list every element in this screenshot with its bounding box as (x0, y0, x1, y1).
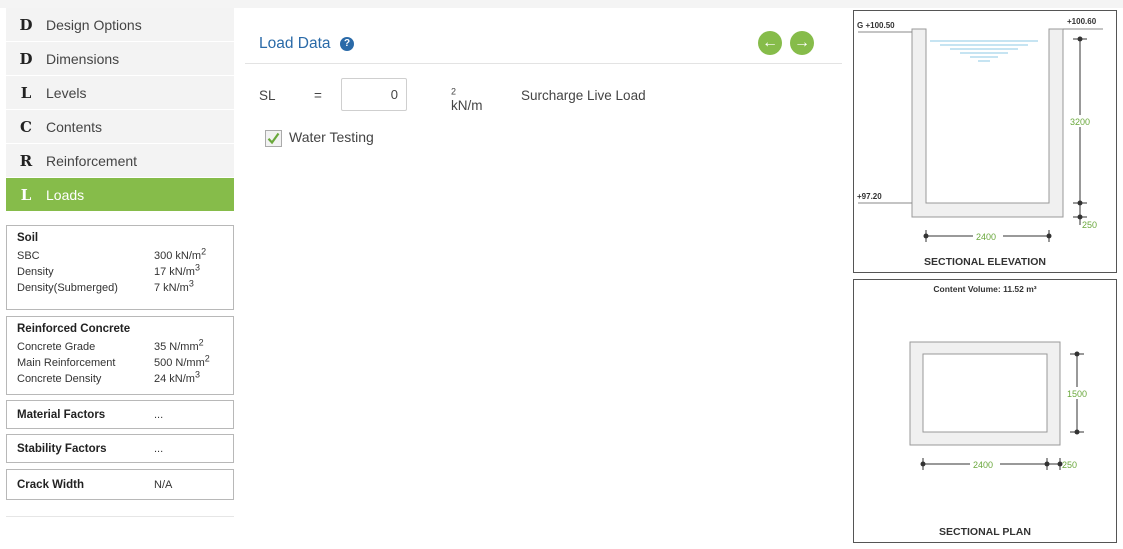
ground-level-label: G +100.50 (857, 21, 895, 30)
stability-factors-label: Stability Factors (17, 442, 107, 455)
plan-inner-space (922, 353, 1048, 433)
soil-density-sub-row: Density(Submerged) 7 kN/m3 (17, 278, 223, 296)
sl-label: SL (259, 88, 276, 103)
soil-density-sub-label: Density(Submerged) (17, 282, 118, 294)
soil-summary: Soil SBC 300 kN/m2 Density 17 kN/m3 Dens… (6, 225, 234, 310)
thickness-dimension: 250 (1082, 220, 1097, 230)
rc-main-row: Main Reinforcement 500 N/mm2 (17, 353, 223, 371)
plan-depth-dimension: 1500 (1067, 389, 1087, 399)
material-factors-value: ... (154, 408, 164, 421)
surcharge-row: SL = kN/m2 Surcharge Live Load (259, 78, 839, 113)
nav-contents[interactable]: C Contents (6, 110, 234, 143)
plan-width-dimension: 2400 (973, 460, 993, 470)
sl-equals: = (314, 88, 322, 103)
nav-design-options[interactable]: D Design Options (6, 8, 234, 41)
check-icon (267, 132, 280, 145)
nav-label: Reinforcement (46, 152, 138, 169)
base-level-label: +97.20 (857, 192, 882, 201)
nav-letter: D (19, 49, 33, 68)
nav-loads[interactable]: L Loads (6, 178, 234, 211)
sidebar-divider (6, 516, 234, 517)
nav-label: Design Options (46, 16, 142, 33)
arrow-right-icon[interactable]: → (790, 31, 814, 55)
nav-reinforcement[interactable]: R Reinforcement (6, 144, 234, 177)
arrow-left-icon[interactable]: ← (758, 31, 782, 55)
material-factors-label: Material Factors (17, 408, 106, 421)
top-level-label: +100.60 (1067, 17, 1097, 26)
rc-density-value: 24 kN/m3 (154, 369, 200, 385)
water-testing-checkbox[interactable] (265, 130, 282, 147)
soil-sbc-label: SBC (17, 250, 40, 262)
rc-density-label: Concrete Density (17, 373, 102, 385)
material-factors: Material Factors ... (6, 400, 234, 429)
rc-main-value: 500 N/mm2 (154, 353, 210, 369)
nav-levels[interactable]: L Levels (6, 76, 234, 109)
nav-label: Dimensions (46, 50, 120, 67)
nav-label: Loads (46, 186, 85, 203)
crack-width-value: N/A (154, 478, 173, 491)
soil-density-label: Density (17, 266, 54, 278)
width-dimension: 2400 (976, 232, 996, 242)
top-strip (0, 0, 1123, 8)
rc-main-label: Main Reinforcement (17, 357, 116, 369)
sectional-plan-drawing: Content Volume: 11.52 m³ 1500 2400 250 S… (853, 279, 1117, 543)
rc-grade-label: Concrete Grade (17, 341, 96, 353)
nav-letter: L (20, 83, 32, 102)
page-title: Load Data (259, 35, 331, 52)
help-icon[interactable]: ? (340, 37, 354, 51)
sl-unit: kN/m 2 (451, 86, 483, 113)
nav-letter: D (19, 15, 33, 34)
crack-width: Crack Width N/A (6, 469, 234, 500)
nav-label: Levels (46, 84, 87, 101)
content-volume-label: Content Volume: 11.52 m³ (933, 284, 1036, 294)
sl-input[interactable] (341, 78, 407, 111)
rc-summary: Reinforced Concrete Concrete Grade 35 N/… (6, 316, 234, 395)
plan-thickness-dimension: 250 (1062, 460, 1077, 470)
crack-width-label: Crack Width (17, 478, 84, 491)
water-testing-label: Water Testing (289, 129, 374, 145)
stability-factors-value: ... (154, 442, 164, 455)
rc-density-row: Concrete Density 24 kN/m3 (17, 369, 223, 387)
sectional-elevation-drawing: G +100.50 +100.60 +97.20 3200 250 2400 S… (853, 10, 1117, 273)
sidebar-nav: D Design Options D Dimensions L Levels C… (6, 8, 234, 212)
nav-label: Contents (46, 118, 103, 135)
soil-density-sub-value: 7 kN/m3 (154, 278, 194, 294)
height-dimension: 3200 (1070, 117, 1090, 127)
nav-letter: R (19, 151, 33, 170)
soil-sbc-row: SBC 300 kN/m2 (17, 247, 223, 264)
rc-grade-row: Concrete Grade 35 N/mm2 (17, 337, 223, 355)
sl-description: Surcharge Live Load (521, 88, 646, 103)
nav-letter: C (20, 117, 32, 136)
plan-caption: SECTIONAL PLAN (939, 526, 1031, 538)
soil-title: Soil (17, 232, 39, 244)
elevation-caption: SECTIONAL ELEVATION (924, 256, 1046, 268)
nav-dimensions[interactable]: D Dimensions (6, 42, 234, 75)
load-data-header: Load Data ? ← → (245, 24, 842, 64)
rc-grade-value: 35 N/mm2 (154, 337, 204, 353)
nav-letter: L (20, 185, 32, 204)
water-surface-icon (930, 40, 1038, 62)
rc-title: Reinforced Concrete (17, 323, 131, 335)
stability-factors: Stability Factors ... (6, 434, 234, 463)
